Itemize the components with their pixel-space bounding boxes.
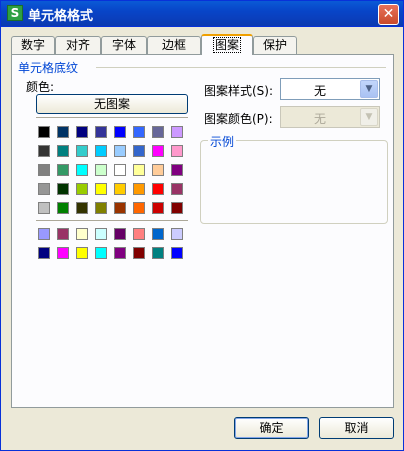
tab-pattern[interactable]: 图案: [201, 34, 253, 55]
tab-protection-label: 保护: [262, 38, 287, 52]
pattern-color-select[interactable]: 无 ▼: [280, 106, 380, 128]
extra-color-swatch[interactable]: [114, 228, 126, 240]
chevron-down-icon[interactable]: ▼: [360, 108, 378, 126]
tab-border[interactable]: 边框: [147, 36, 201, 54]
tab-border-label: 边框: [161, 38, 186, 52]
app-icon: S: [7, 5, 23, 21]
color-swatch[interactable]: [171, 183, 183, 195]
tab-protection[interactable]: 保护: [253, 36, 297, 54]
extra-color-swatch[interactable]: [57, 247, 69, 259]
color-swatch[interactable]: [57, 183, 69, 195]
color-swatch[interactable]: [114, 183, 126, 195]
color-swatch[interactable]: [38, 202, 50, 214]
color-swatch[interactable]: [152, 183, 164, 195]
color-swatch[interactable]: [57, 145, 69, 157]
sample-preview: [200, 140, 388, 224]
group-divider: [96, 67, 386, 68]
cancel-button[interactable]: 取消: [319, 417, 394, 439]
extra-color-swatch[interactable]: [152, 247, 164, 259]
color-swatch[interactable]: [171, 126, 183, 138]
color-swatch[interactable]: [57, 126, 69, 138]
color-swatch[interactable]: [133, 202, 145, 214]
close-button[interactable]: ✕: [378, 4, 399, 25]
color-swatch[interactable]: [171, 164, 183, 176]
tab-font-label: 字体: [111, 38, 136, 52]
tab-font[interactable]: 字体: [101, 36, 147, 54]
color-swatch[interactable]: [38, 164, 50, 176]
color-swatch[interactable]: [95, 183, 107, 195]
pattern-panel: 单元格底纹 颜色: 无图案 图案样式(S): 无 ▼ 图案颜色(P): 无 ▼ …: [11, 54, 394, 408]
pattern-style-value: 无: [313, 84, 326, 98]
dialog-title: 单元格格式: [28, 9, 94, 24]
color-swatch[interactable]: [171, 145, 183, 157]
color-swatch[interactable]: [57, 202, 69, 214]
shading-group-title: 单元格底纹: [18, 61, 79, 75]
extra-color-swatch[interactable]: [57, 228, 69, 240]
color-swatch[interactable]: [95, 126, 107, 138]
pattern-color-value: 无: [313, 112, 326, 126]
color-swatch[interactable]: [114, 202, 126, 214]
color-swatch[interactable]: [38, 145, 50, 157]
color-swatch[interactable]: [38, 126, 50, 138]
tab-number[interactable]: 数字: [11, 36, 55, 54]
color-swatch[interactable]: [114, 164, 126, 176]
cell-format-dialog: S 单元格格式 ✕ 数字 对齐 字体 边框 图案 保护 单元格底纹 颜色: 无图…: [0, 0, 404, 451]
tab-alignment-label: 对齐: [65, 38, 90, 52]
color-swatch[interactable]: [76, 145, 88, 157]
color-swatch[interactable]: [133, 164, 145, 176]
color-swatch[interactable]: [133, 126, 145, 138]
color-swatch[interactable]: [76, 164, 88, 176]
extra-color-swatch[interactable]: [171, 247, 183, 259]
color-swatch[interactable]: [95, 145, 107, 157]
color-swatch[interactable]: [76, 183, 88, 195]
color-swatch[interactable]: [114, 126, 126, 138]
extra-color-swatch[interactable]: [133, 247, 145, 259]
pattern-style-select[interactable]: 无 ▼: [280, 78, 380, 100]
extra-color-swatch[interactable]: [152, 228, 164, 240]
extra-color-swatch[interactable]: [133, 228, 145, 240]
color-swatch[interactable]: [95, 164, 107, 176]
extra-color-swatch[interactable]: [76, 228, 88, 240]
color-swatch[interactable]: [76, 202, 88, 214]
color-swatch[interactable]: [38, 183, 50, 195]
color-label: 颜色:: [26, 80, 55, 94]
extra-color-swatch[interactable]: [76, 247, 88, 259]
chevron-down-icon[interactable]: ▼: [360, 80, 378, 98]
extra-color-swatch[interactable]: [95, 247, 107, 259]
color-swatch[interactable]: [76, 126, 88, 138]
pattern-color-label: 图案颜色(P):: [204, 112, 273, 126]
color-swatch[interactable]: [171, 202, 183, 214]
no-pattern-button[interactable]: 无图案: [36, 94, 188, 114]
extra-color-swatch[interactable]: [38, 247, 50, 259]
extra-color-swatch[interactable]: [95, 228, 107, 240]
tab-alignment[interactable]: 对齐: [55, 36, 101, 54]
sample-title: 示例: [208, 133, 237, 150]
color-swatch[interactable]: [152, 202, 164, 214]
tab-pattern-label: 图案: [212, 37, 241, 53]
ok-button[interactable]: 确定: [234, 417, 309, 439]
color-swatch[interactable]: [152, 164, 164, 176]
extra-color-swatch[interactable]: [171, 228, 183, 240]
color-swatch[interactable]: [133, 145, 145, 157]
color-swatch[interactable]: [114, 145, 126, 157]
color-swatch[interactable]: [95, 202, 107, 214]
title-bar[interactable]: S 单元格格式 ✕: [1, 1, 403, 27]
pattern-style-label: 图案样式(S):: [204, 84, 274, 98]
tab-number-label: 数字: [20, 38, 45, 52]
color-swatch[interactable]: [57, 164, 69, 176]
extra-color-swatch[interactable]: [38, 228, 50, 240]
palette-separator-middle: [36, 220, 188, 221]
color-swatch[interactable]: [133, 183, 145, 195]
color-swatch[interactable]: [152, 126, 164, 138]
color-swatch[interactable]: [152, 145, 164, 157]
extra-color-swatch[interactable]: [114, 247, 126, 259]
palette-separator-top: [36, 117, 188, 118]
